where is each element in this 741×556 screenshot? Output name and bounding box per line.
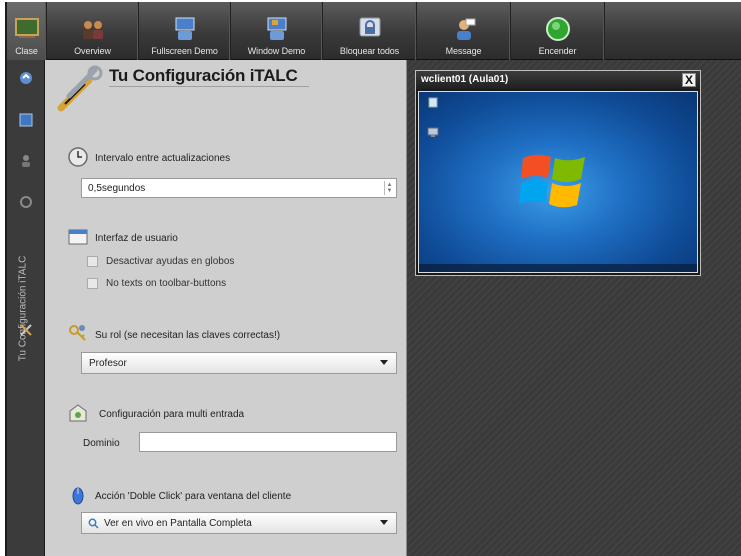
checkbox-no-toolbar-texts[interactable]: No texts on toolbar-buttons (87, 278, 226, 289)
chevron-down-icon (380, 520, 388, 525)
toolbar-button-message[interactable]: Message (417, 2, 511, 60)
sidebar-tab-strip: Tu Configuración iTALC (7, 60, 45, 556)
power-on-icon (545, 16, 571, 42)
toolbar-button-label: Window Demo (247, 46, 306, 56)
close-icon[interactable]: X (682, 73, 696, 87)
toolbar-button-lock-all[interactable]: Bloquear todos (323, 2, 417, 60)
multi-login-label: Configuración para multi entrada (99, 409, 245, 420)
role-select[interactable]: Profesor (81, 352, 397, 374)
checkbox-box (87, 278, 98, 289)
main-toolbar: Clase Overview Fullscreen Demo Window De… (7, 2, 741, 60)
toolbar-button-fullscreen-demo[interactable]: Fullscreen Demo (139, 2, 231, 60)
multi-login-icon (69, 404, 87, 422)
snapshots-tab-icon[interactable] (18, 112, 34, 128)
toolbar-button-power-on[interactable]: Encender (511, 2, 605, 60)
toolbar-button-clase[interactable]: Clase (7, 2, 47, 60)
windows-logo-icon (519, 154, 585, 208)
window-icon (68, 229, 88, 245)
toolbar-button-label: Message (445, 46, 482, 56)
classroom-workspace: wclient01 (Aula01) X (407, 60, 741, 556)
client-window[interactable]: wclient01 (Aula01) X (415, 70, 701, 276)
update-interval-value: 0,5segundos (88, 183, 146, 194)
computer-icon (427, 127, 439, 137)
checkbox-label: Desactivar ayudas en globos (106, 256, 235, 267)
search-icon (88, 518, 99, 529)
checkbox-disable-balloon-tips[interactable]: Desactivar ayudas en globos (87, 256, 234, 267)
panel-header: Tu Configuración iTALC (45, 60, 407, 120)
clock-icon (68, 147, 88, 167)
checkbox-label: No texts on toolbar-buttons (106, 278, 227, 289)
recycle-bin-icon (428, 97, 438, 108)
users-tab-icon[interactable] (18, 152, 34, 168)
keys-icon (69, 325, 86, 341)
toolbar-button-window-demo[interactable]: Window Demo (231, 2, 323, 60)
role-select-value: Profesor (89, 358, 127, 369)
domain-label: Dominio (83, 438, 120, 449)
toolbar-button-label: Encender (538, 46, 577, 56)
mouse-icon (72, 487, 84, 505)
chevron-down-icon (380, 360, 388, 365)
lock-screen-icon (357, 16, 383, 42)
toolbar-button-label: Clase (15, 46, 38, 56)
update-interval-input[interactable]: 0,5segundos ▲ ▼ (81, 178, 397, 198)
tools-tab-icon[interactable] (18, 322, 34, 338)
update-interval-stepper[interactable]: ▲ ▼ (384, 181, 394, 195)
configuration-panel: Tu Configuración iTALC Intervalo entre a… (45, 60, 407, 556)
toolbar-button-label: Bloquear todos (339, 46, 400, 56)
title-divider (109, 86, 309, 87)
students-icon (80, 16, 106, 42)
role-label: Su rol (se necesitan las claves correcta… (95, 330, 281, 341)
checkbox-box (87, 256, 98, 267)
client-window-title: wclient01 (Aula01) (421, 74, 509, 85)
tools-icon (57, 65, 103, 112)
sidebar-tab-label: Tu Configuración iTALC (17, 255, 29, 361)
double-click-label: Acción 'Doble Click' para ventana del cl… (95, 491, 292, 502)
client-desktop-screen[interactable] (418, 91, 698, 273)
update-interval-label: Intervalo entre actualizaciones (95, 153, 231, 164)
double-click-action-select[interactable]: Ver en vivo en Pantalla Completa (81, 512, 397, 534)
fullscreen-demo-icon (172, 16, 198, 42)
ui-section-label: Interfaz de usuario (95, 233, 178, 244)
window-demo-icon (264, 16, 290, 42)
overview-tab-icon[interactable] (18, 70, 34, 86)
settings-tab-icon[interactable] (18, 194, 34, 210)
toolbar-button-label: Fullscreen Demo (151, 46, 218, 56)
message-icon (451, 16, 477, 42)
page-title: Tu Configuración iTALC (109, 66, 298, 85)
client-window-titlebar[interactable]: wclient01 (Aula01) X (416, 71, 700, 89)
taskbar (419, 264, 697, 272)
domain-input[interactable] (139, 432, 397, 452)
classroom-icon (14, 16, 40, 42)
double-click-action-value: Ver en vivo en Pantalla Completa (104, 518, 252, 529)
sidebar-tab-configuration[interactable]: Tu Configuración iTALC (13, 228, 33, 388)
app-window: Clase Overview Fullscreen Demo Window De… (5, 2, 741, 556)
toolbar-button-overview[interactable]: Overview (47, 2, 139, 60)
toolbar-button-label: Overview (74, 46, 111, 56)
